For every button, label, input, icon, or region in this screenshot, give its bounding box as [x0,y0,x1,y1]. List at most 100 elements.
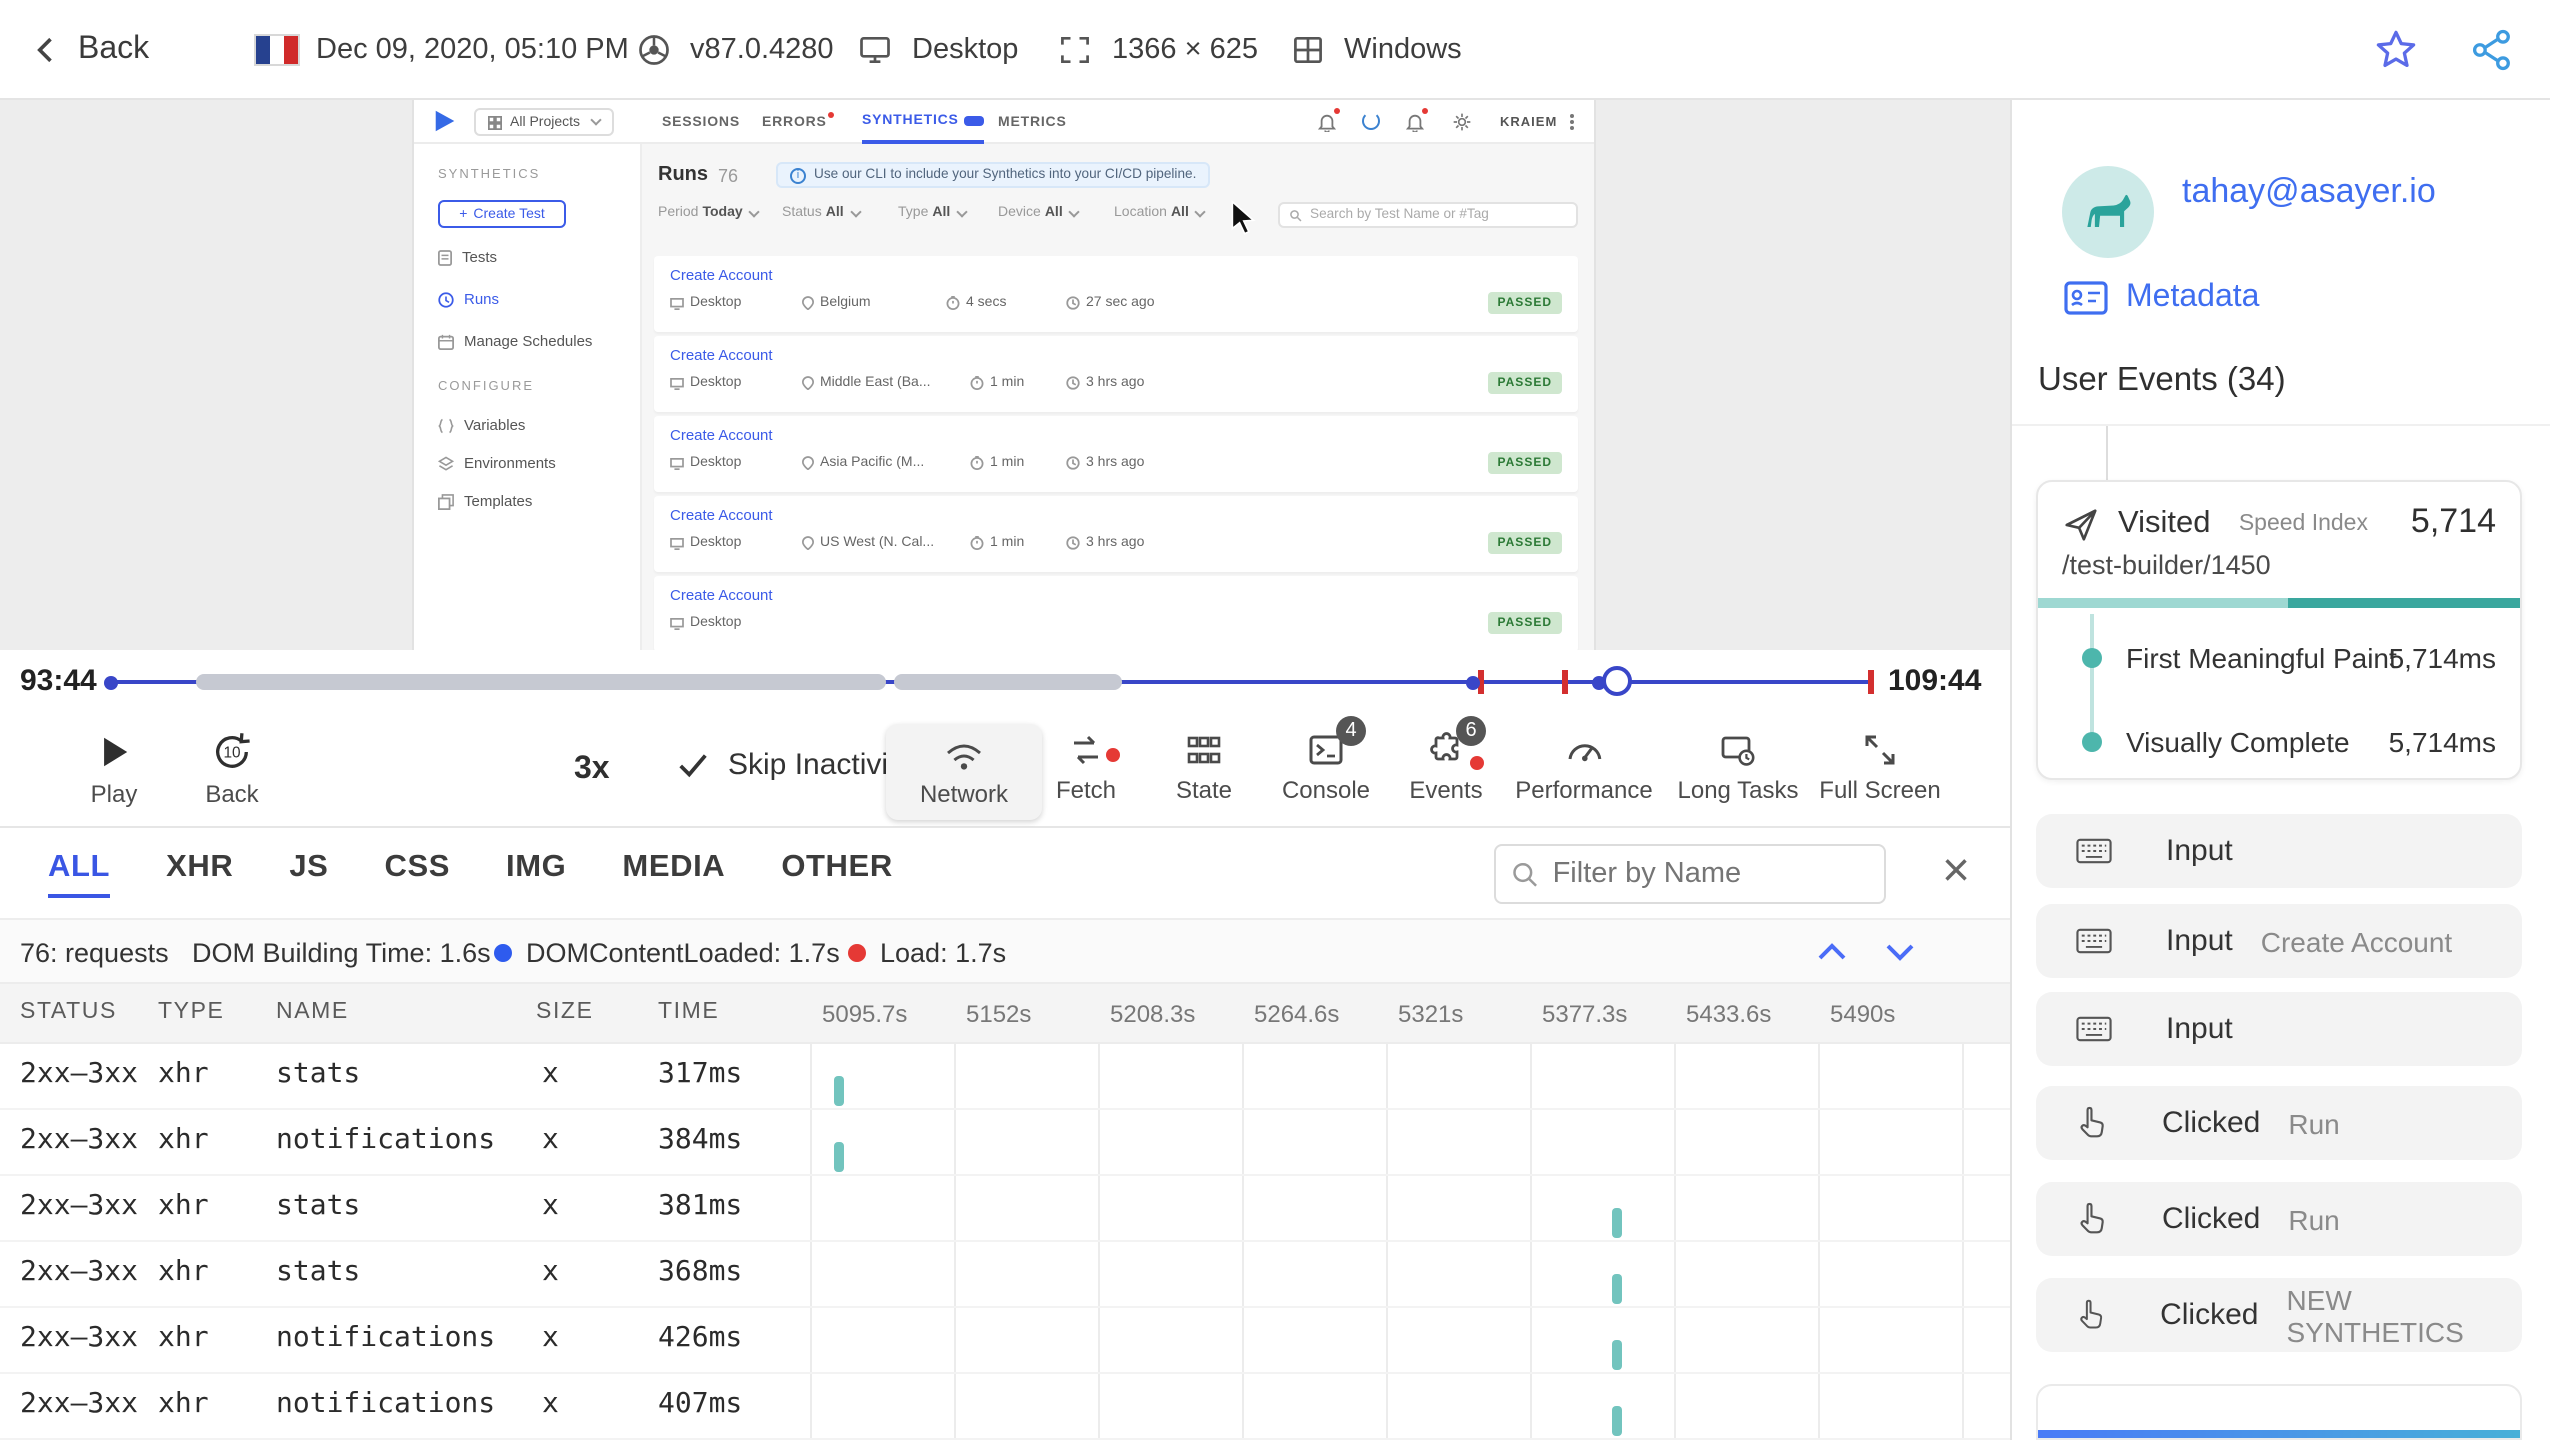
event-card-visited[interactable]: Visited Speed Index 5,714 /test-builder/… [2036,480,2522,780]
run-age: 3 hrs ago [1066,456,1144,470]
session-player-window: Back Dec 09, 2020, 05:10 PM v87.0.4280 D… [0,0,2550,1440]
time-tick: 5264.6s [1254,1000,1340,1028]
network-tab-other[interactable]: OTHER [781,849,893,897]
loader-spinner-icon [1362,112,1380,130]
network-tab-js[interactable]: JS [289,849,328,897]
runs-icon [438,291,454,307]
network-request-row[interactable]: 2xx–3xx xhr notifications x 426ms [0,1308,2010,1374]
network-request-row[interactable]: 2xx–3xx xhr notifications x 384ms [0,1110,2010,1176]
chevron-up-icon[interactable] [1814,936,1850,968]
network-tab-css[interactable]: CSS [384,849,450,897]
avatar [2062,166,2154,258]
event-card-partial[interactable] [2036,1384,2522,1440]
player-topbar: Back Dec 09, 2020, 05:10 PM v87.0.4280 D… [0,0,2550,100]
session-info-sidebar: tahay@asayer.io Metadata User Events (34… [2010,100,2550,1440]
network-tab-xhr[interactable]: XHR [166,849,233,897]
speed-toggle[interactable]: 3x [574,752,610,788]
replay-viewport[interactable]: All Projects SESSIONS ERRORS SYNTHETICS … [0,100,2010,650]
monitor-icon [860,36,890,64]
total-time-label: 109:44 [1888,664,1982,698]
playhead-handle[interactable] [1602,666,1632,696]
event-card-clicked[interactable]: Clicked Run [2036,1086,2522,1160]
keyboard-icon [2076,928,2112,954]
network-tab-all[interactable]: ALL [48,849,111,897]
share-icon[interactable] [2470,28,2514,72]
event-connector-line [2106,426,2108,480]
request-timing-bar [1611,1340,1622,1370]
projects-grid-icon [488,115,502,129]
event-card-input[interactable]: Input [2036,992,2522,1066]
timeline-track[interactable] [104,666,1873,696]
back-10-button[interactable]: 10 Back [154,730,310,808]
network-request-row[interactable]: 2xx–3xx xhr stats x 317ms [0,1044,2010,1110]
app-user-name: KRAIEM [1500,115,1558,129]
metadata-button[interactable]: Metadata [2064,280,2259,316]
play-icon [104,737,128,767]
load-dot [848,943,866,961]
time-tick: 5152s [966,1000,1032,1028]
network-panel: ALL XHR JS CSS IMG MEDIA OTHER × 76: req… [0,828,2010,1440]
fetch-alert-dot [1106,748,1120,762]
announcements-bell-icon [1318,108,1340,132]
keyboard-icon [2076,1016,2112,1042]
skip-inactivity-toggle[interactable]: Skip Inactivity [676,748,911,782]
back-label: Back [78,32,150,66]
info-icon: i [790,167,807,183]
screen-size-icon [1061,36,1089,64]
panel-button-fullscreen[interactable]: Full Screen [1802,730,1958,804]
filter-location: Location All [1114,205,1207,220]
panel-button-performance[interactable]: Performance [1506,730,1662,804]
app-sidebar-item-schedules: Manage Schedules [438,332,592,350]
back-button[interactable]: Back [28,0,149,100]
filter-by-name-input[interactable] [1552,858,1868,890]
close-panel-icon[interactable]: × [1942,842,1970,902]
run-duration: 1 min [970,536,1024,550]
run-age: 27 sec ago [1066,296,1155,310]
event-card-clicked[interactable]: Clicked Run [2036,1182,2522,1256]
event-card-input[interactable]: Input [2036,814,2522,888]
chevron-down-icon[interactable] [1882,936,1918,968]
svg-text:10: 10 [223,745,240,762]
run-location: Belgium [802,296,871,310]
time-tick: 5490s [1830,1000,1896,1028]
run-name-link: Create Account [670,346,773,364]
dom-building-time: DOM Building Time: 1.6s [192,937,491,967]
network-request-row[interactable]: 2xx–3xx xhr notifications x 407ms [0,1374,2010,1440]
run-name-link: Create Account [670,586,773,604]
panel-button-long-tasks[interactable]: Long Tasks [1660,730,1816,804]
environments-icon [438,455,454,470]
beta-badge [964,115,985,125]
runs-count: 76 [718,165,739,185]
run-device: Desktop [670,376,741,390]
app-search-box: Search by Test Name or #Tag [1278,202,1578,228]
favorite-star-icon[interactable] [2374,28,2418,72]
dom-content-loaded: DOMContentLoaded: 1.7s [494,920,840,984]
desktop-icon [670,537,684,549]
windows-icon [1294,36,1322,64]
desktop-icon [670,297,684,309]
timeline-start-dot [104,675,118,689]
duration-timer-icon [970,536,984,550]
app-nav: All Projects SESSIONS ERRORS SYNTHETICS … [414,100,1594,144]
panel-button-events[interactable]: 6 Events [1368,716,1524,804]
network-request-row[interactable]: 2xx–3xx xhr stats x 368ms [0,1242,2010,1308]
request-timing-bar [1611,1406,1622,1436]
state-icon [1187,736,1221,764]
event-card-input[interactable]: Input Create Account [2036,904,2522,978]
event-card-clicked[interactable]: Clicked NEW SYNTHETICS [2036,1278,2522,1352]
time-clock-icon [1066,456,1080,470]
network-tab-media[interactable]: MEDIA [622,849,725,897]
partial-progress-bar [2038,1430,2520,1438]
time-tick: 5321s [1398,1000,1464,1028]
timeline-row: 93:44 109:44 [0,650,2010,714]
request-timing-bar [1611,1208,1622,1238]
network-tab-img[interactable]: IMG [506,849,566,897]
run-duration: 4 secs [946,296,1006,310]
network-request-row[interactable]: 2xx–3xx xhr stats x 381ms [0,1176,2010,1242]
status-badge: PASSED [1487,612,1562,634]
navigate-icon [2065,509,2097,541]
time-clock-icon [1066,296,1080,310]
metric-dot [2082,732,2102,752]
screen-resolution: 1366 × 625 [1056,0,1258,100]
status-badge: PASSED [1487,532,1562,554]
